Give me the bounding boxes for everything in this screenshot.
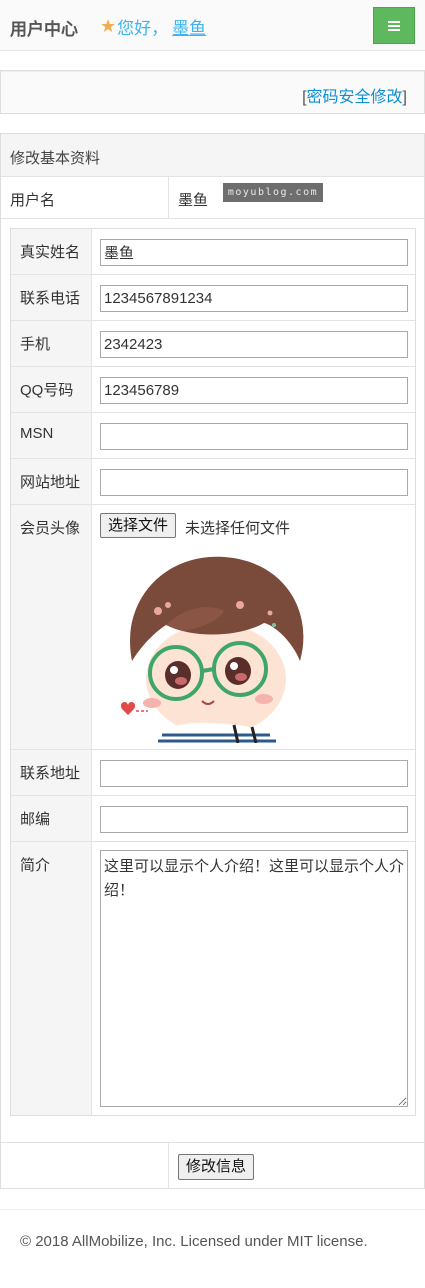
form-row-phone: 联系电话 bbox=[11, 275, 415, 321]
form-row-address: 联系地址 bbox=[11, 750, 415, 796]
intro-textarea[interactable]: 这里可以显示个人介绍！这里可以显示个人介绍！ bbox=[100, 850, 408, 1107]
realname-input[interactable] bbox=[100, 239, 408, 266]
star-icon: ★ bbox=[100, 16, 117, 36]
form-row-realname: 真实姓名 bbox=[11, 229, 415, 275]
field-label-cell: 会员头像 bbox=[11, 505, 92, 749]
form-row-intro: 简介 这里可以显示个人介绍！这里可以显示个人介绍！ bbox=[11, 842, 415, 1115]
submit-row: 修改信息 bbox=[1, 1142, 424, 1189]
form-row-mobile: 手机 bbox=[11, 321, 415, 367]
footer-text: © 2018 AllMobilize, Inc. Licensed under … bbox=[20, 1233, 368, 1250]
msn-input[interactable] bbox=[100, 423, 408, 450]
field-label-cell: 手机 bbox=[11, 321, 92, 366]
brand-title[interactable]: 用户中心 bbox=[10, 15, 78, 40]
username-link[interactable]: 墨鱼 bbox=[172, 14, 206, 39]
submit-label-cell bbox=[1, 1143, 169, 1189]
password-security-link[interactable]: 密码安全修改 bbox=[307, 89, 403, 106]
panel-title: 修改基本资料 bbox=[10, 150, 101, 167]
field-label: 会员头像 bbox=[20, 520, 81, 537]
password-link-wrap: [密码安全修改] bbox=[302, 83, 407, 107]
form-row-avatar: 会员头像 选择文件 未选择任何文件 bbox=[11, 505, 415, 750]
field-label: 网站地址 bbox=[20, 474, 81, 491]
zip-input[interactable] bbox=[100, 806, 408, 833]
form-row-qq: QQ号码 bbox=[11, 367, 415, 413]
website-input[interactable] bbox=[100, 469, 408, 496]
avatar-image bbox=[114, 541, 314, 743]
greeting-text: 您好， bbox=[117, 19, 169, 38]
field-label-cell: 联系地址 bbox=[11, 750, 92, 795]
field-label: QQ号码 bbox=[20, 382, 74, 399]
field-label: 联系电话 bbox=[20, 290, 81, 307]
username-label: 用户名 bbox=[10, 192, 56, 209]
menu-toggle-button[interactable] bbox=[373, 7, 415, 44]
hamburger-icon bbox=[388, 20, 400, 31]
field-label: 手机 bbox=[20, 336, 51, 353]
password-panel: [密码安全修改] bbox=[0, 70, 425, 114]
form-row-zip: 邮编 bbox=[11, 796, 415, 842]
watermark: moyublog.com bbox=[223, 183, 323, 202]
panel-header: 修改基本资料 bbox=[1, 134, 424, 177]
field-label-cell: 真实姓名 bbox=[11, 229, 92, 274]
submit-button[interactable]: 修改信息 bbox=[178, 1154, 255, 1180]
form-row-website: 网站地址 bbox=[11, 459, 415, 505]
address-input[interactable] bbox=[100, 760, 408, 787]
username-row: 用户名 墨鱼 bbox=[1, 177, 424, 219]
file-status-text: 未选择任何文件 bbox=[185, 520, 291, 537]
choose-file-button[interactable]: 选择文件 bbox=[100, 513, 177, 538]
field-label-cell: 网站地址 bbox=[11, 459, 92, 504]
field-label: 真实姓名 bbox=[20, 244, 81, 261]
username-value: 墨鱼 bbox=[178, 192, 209, 209]
field-label-cell: QQ号码 bbox=[11, 367, 92, 412]
profile-panel: 修改基本资料 用户名 墨鱼 moyublog.com 真实姓名 联系电话 手机 … bbox=[0, 133, 425, 1189]
phone-input[interactable] bbox=[100, 285, 408, 312]
field-label-cell: 简介 bbox=[11, 842, 92, 1115]
field-label-cell: 邮编 bbox=[11, 796, 92, 841]
field-label-cell: MSN bbox=[11, 413, 92, 458]
field-label: 联系地址 bbox=[20, 765, 81, 782]
field-label: MSN bbox=[20, 425, 54, 442]
top-header: 用户中心 ★ 您好， 墨鱼 bbox=[0, 0, 425, 51]
bracket-close: ] bbox=[402, 89, 407, 106]
mobile-input[interactable] bbox=[100, 331, 408, 358]
footer-divider bbox=[0, 1209, 425, 1210]
form-row-msn: MSN bbox=[11, 413, 415, 459]
qq-input[interactable] bbox=[100, 377, 408, 404]
field-label: 邮编 bbox=[20, 811, 51, 828]
user-greeting: ★ 您好， 墨鱼 bbox=[100, 14, 206, 39]
field-label: 简介 bbox=[20, 857, 51, 874]
username-label-cell: 用户名 bbox=[1, 177, 169, 218]
profile-form: 真实姓名 联系电话 手机 QQ号码 MSN 网站地址 会员头像 bbox=[10, 228, 416, 1116]
field-label-cell: 联系电话 bbox=[11, 275, 92, 320]
